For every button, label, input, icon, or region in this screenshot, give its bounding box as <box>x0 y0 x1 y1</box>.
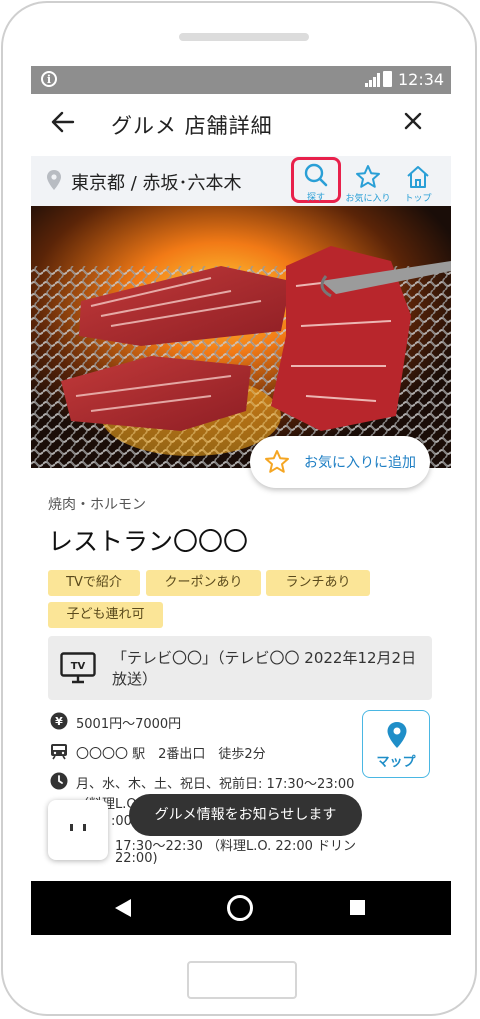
map-label: マップ <box>376 755 416 770</box>
restaurant-name: レストラン〇〇〇 <box>48 527 249 556</box>
battery-icon <box>383 71 392 87</box>
hours-line-1: 月、水、木、土、祝日、祝前日: 17:30～23:00 <box>76 777 355 792</box>
search-label: 探す <box>306 193 325 203</box>
chat-eye-right <box>83 824 86 831</box>
top-button[interactable]: トップ <box>393 158 443 204</box>
location-bar: 東京都 / 赤坂･六本木 探す お気に入り トップ <box>31 156 451 206</box>
search-icon <box>304 163 328 187</box>
info-icon: i <box>41 71 57 87</box>
favorites-label: お気に入り <box>345 194 391 204</box>
svg-text:¥: ¥ <box>55 715 63 728</box>
tag-coupon: クーポンあり <box>146 570 261 596</box>
add-to-favorites-button[interactable]: お気に入りに追加 <box>250 436 430 488</box>
hours-line-5: 22:00) <box>115 851 158 866</box>
nav-recent-apps-icon[interactable] <box>350 900 365 915</box>
chat-widget[interactable] <box>48 800 108 860</box>
access-text: 〇〇〇〇 駅 2番出口 徒歩2分 <box>76 747 266 762</box>
price-range: 5001円～7000円 <box>76 717 182 732</box>
grilled-meat-image <box>31 206 451 468</box>
back-arrow-icon[interactable] <box>49 108 77 136</box>
hardware-home-button[interactable] <box>187 961 297 999</box>
tv-feature-text: 「テレビ〇〇」（テレビ〇〇 2022年12月2日放送） <box>112 649 417 688</box>
restaurant-photo <box>31 206 451 468</box>
map-button[interactable]: マップ <box>362 710 430 778</box>
chat-eye-left <box>70 824 73 831</box>
restaurant-category: 焼肉・ホルモン <box>48 497 146 513</box>
star-icon <box>356 165 380 188</box>
screen: i 12:34 グルメ 店舗詳細 東京都 / 赤坂･六本木 探す お気に入り ト… <box>31 66 451 935</box>
location-text[interactable]: 東京都 / 赤坂･六本木 <box>71 169 242 195</box>
tag-tv: TVで紹介 <box>48 570 140 596</box>
clock-icon <box>50 772 68 790</box>
yen-icon: ¥ <box>50 712 68 730</box>
star-icon <box>265 450 289 473</box>
status-bar: i 12:34 <box>31 66 451 94</box>
svg-text:TV: TV <box>71 661 86 672</box>
close-icon[interactable] <box>401 109 425 133</box>
toast-message: グルメ情報をお知らせします <box>129 794 362 836</box>
map-pin-icon <box>387 722 407 748</box>
tag-kids: 子ども連れ可 <box>48 602 163 628</box>
nav-home-icon[interactable] <box>227 895 253 921</box>
add-to-favorites-label: お気に入りに追加 <box>304 455 416 471</box>
page-title: グルメ 店舗詳細 <box>111 114 273 138</box>
nav-back-icon[interactable] <box>113 898 133 918</box>
search-button[interactable]: 探す <box>291 157 341 203</box>
app-bar: グルメ 店舗詳細 <box>31 94 451 157</box>
signal-icon <box>365 73 380 87</box>
home-icon <box>407 166 429 188</box>
top-label: トップ <box>404 194 432 204</box>
tv-feature-box: TV 「テレビ〇〇」（テレビ〇〇 2022年12月2日放送） <box>48 636 432 700</box>
train-icon <box>51 744 67 760</box>
tag-lunch: ランチあり <box>266 570 370 596</box>
location-pin-icon <box>47 170 61 190</box>
phone-speaker <box>179 33 309 41</box>
favorites-button[interactable]: お気に入り <box>343 158 393 204</box>
status-time: 12:34 <box>398 70 445 89</box>
android-nav-bar <box>31 881 451 935</box>
tv-icon: TV <box>60 652 96 684</box>
